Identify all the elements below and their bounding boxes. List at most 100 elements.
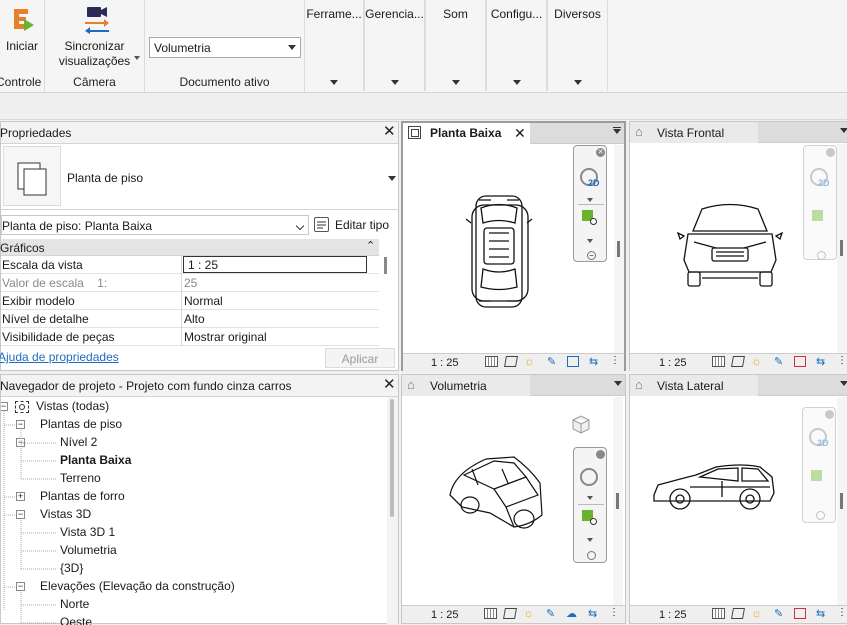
close-icon[interactable]: ✕ (383, 124, 396, 140)
nav-options-icon[interactable]: − (587, 251, 596, 260)
close-icon[interactable] (826, 148, 835, 157)
zoom-region-icon[interactable] (811, 470, 822, 481)
hide-crop-icon[interactable]: ⇆ (588, 607, 597, 620)
sun-path-icon[interactable]: ☼ (751, 354, 762, 368)
tree-item-norte[interactable]: Norte (60, 597, 89, 611)
properties-scrollbar[interactable] (384, 257, 387, 274)
crop-view-icon[interactable] (567, 356, 579, 367)
view-canvas[interactable]: ✕ 2D − (403, 145, 610, 353)
tab-tools[interactable]: Ferrame... (304, 0, 364, 91)
graphics-section-header[interactable]: Gráficos ⌃ (0, 239, 379, 256)
sync-views-button-line2[interactable]: visualizações (45, 54, 144, 69)
tree-item-volumetria[interactable]: Volumetria (60, 543, 117, 557)
scroll-thumb[interactable] (617, 241, 620, 257)
view-scale[interactable]: 1 : 25 (431, 609, 459, 621)
chevron-down-icon[interactable] (587, 198, 593, 202)
sync-views-button-line1[interactable]: Sincronizar (45, 39, 144, 54)
more-icon[interactable]: ⋮ (837, 355, 847, 366)
tree-item-vista-3d-1[interactable]: Vista 3D 1 (60, 525, 115, 539)
hide-crop-icon[interactable]: ⇆ (589, 355, 598, 368)
detail-level-icon[interactable] (484, 608, 497, 619)
scroll-thumb[interactable] (616, 493, 619, 509)
chevron-down-icon[interactable] (587, 538, 593, 542)
apply-button[interactable]: Aplicar (325, 348, 395, 368)
navigation-bar[interactable]: ✕ 2D − (573, 145, 607, 262)
tree-item-3d[interactable]: {3D} (60, 561, 83, 575)
sync-dropdown-icon[interactable] (134, 56, 140, 60)
visual-style-icon[interactable] (731, 356, 745, 367)
shadows-icon[interactable]: ✎ (546, 607, 555, 620)
view-scale[interactable]: 1 : 25 (659, 357, 687, 369)
scroll-thumb[interactable] (840, 240, 843, 256)
chevron-down-icon[interactable] (614, 381, 622, 386)
tab-misc[interactable]: Diversos (547, 0, 608, 91)
chevron-down-icon[interactable] (587, 239, 593, 243)
tree-item-elevations[interactable]: Elevações (Elevação da construção) (40, 579, 235, 593)
edit-type-button[interactable]: Editar tipo (313, 215, 395, 235)
chevron-down-icon[interactable] (587, 496, 593, 500)
view-scrollbar[interactable] (614, 145, 624, 353)
sun-path-icon[interactable]: ☼ (524, 354, 535, 368)
view-planta-baixa[interactable]: Planta Baixa ✕ ✕ 2D − 1: 25 ☼ ✎ ⇆ ⋮ (401, 121, 626, 371)
view-scale-input[interactable]: 1 : 25 (183, 256, 367, 273)
visual-style-icon[interactable] (504, 356, 518, 367)
type-selector[interactable]: Planta de piso (1, 144, 398, 210)
shadows-icon[interactable]: ✎ (547, 355, 556, 368)
nav-options-icon[interactable] (587, 551, 596, 560)
instance-filter-select[interactable]: Planta de piso: Planta Baixa (1, 215, 309, 235)
view-canvas[interactable]: 2D (630, 397, 836, 605)
view-vista-lateral[interactable]: ⌂ Vista Lateral 2D 1 : 25 ☼ ✎ ⇆ ⋮ (629, 374, 847, 624)
render-icon[interactable]: ☁ (566, 607, 577, 620)
chevron-down-icon[interactable] (613, 129, 621, 134)
tree-item-level-2[interactable]: Nível 2 (60, 435, 97, 449)
prop-row-view-scale[interactable]: Escala da vista 1 : 25 (1, 256, 379, 274)
close-icon[interactable]: ✕ (596, 148, 605, 157)
home-logo-icon[interactable] (8, 5, 36, 33)
view-canvas[interactable] (402, 397, 610, 605)
properties-help-link[interactable]: Ajuda de propriedades (0, 350, 119, 364)
sun-path-icon[interactable]: ☼ (751, 606, 762, 620)
prop-row-display-model[interactable]: Exibir modelo Normal (1, 292, 379, 310)
prop-row-parts-visibility[interactable]: Visibilidade de peças Mostrar original (1, 328, 379, 346)
view-scrollbar[interactable] (837, 144, 847, 353)
close-icon[interactable] (596, 450, 605, 459)
hide-crop-icon[interactable]: ⇆ (816, 607, 825, 620)
visual-style-icon[interactable] (503, 608, 517, 619)
active-document-select[interactable]: Volumetria (149, 37, 301, 58)
browser-scrollbar[interactable] (387, 397, 398, 625)
steering-wheel-icon[interactable] (580, 468, 598, 486)
sync-views-icon[interactable] (82, 6, 112, 34)
detail-level-icon[interactable] (712, 608, 725, 619)
view-scrollbar[interactable] (837, 397, 847, 605)
chevron-down-icon[interactable] (840, 381, 847, 386)
view-scale[interactable]: 1 : 25 (431, 357, 459, 369)
prop-row-detail-level[interactable]: Nível de detalhe Alto (1, 310, 379, 328)
more-icon[interactable]: ⋮ (610, 355, 620, 366)
navigation-bar[interactable]: 2D (803, 145, 837, 260)
scroll-thumb[interactable] (840, 493, 843, 509)
close-icon[interactable] (825, 410, 834, 419)
crop-view-icon[interactable] (794, 608, 806, 619)
view-canvas[interactable]: 2D (630, 144, 837, 353)
visual-style-icon[interactable] (731, 608, 745, 619)
navigation-bar[interactable]: 2D (802, 407, 836, 523)
close-icon[interactable]: ✕ (383, 377, 396, 393)
hide-crop-icon[interactable]: ⇆ (816, 355, 825, 368)
more-icon[interactable]: ⋮ (609, 607, 619, 618)
tab-sound[interactable]: Som (425, 0, 486, 91)
chevron-down-icon[interactable] (840, 128, 847, 133)
view-scrollbar[interactable] (613, 397, 623, 605)
detail-level-icon[interactable] (485, 356, 498, 367)
crop-view-icon[interactable] (794, 356, 806, 367)
nav-options-icon[interactable] (816, 511, 825, 520)
zoom-region-icon[interactable] (812, 210, 823, 221)
start-button[interactable]: Iniciar (0, 39, 44, 54)
sun-path-icon[interactable]: ☼ (523, 606, 534, 620)
view-scale[interactable]: 1 : 25 (659, 609, 687, 621)
browser-scroll-thumb[interactable] (390, 399, 394, 517)
detail-level-icon[interactable] (712, 356, 725, 367)
view-volumetria[interactable]: ⌂ Volumetria 1: 25 ☼ ✎ ☁ ⇆ ⋮ (401, 374, 626, 624)
view-vista-frontal[interactable]: ⌂ Vista Frontal 2D 1 : 25 ☼ ✎ ⇆ ⋮ (629, 121, 847, 371)
tree-item-planta-baixa[interactable]: Planta Baixa (60, 453, 131, 467)
tree-item-terreno[interactable]: Terreno (60, 471, 101, 485)
